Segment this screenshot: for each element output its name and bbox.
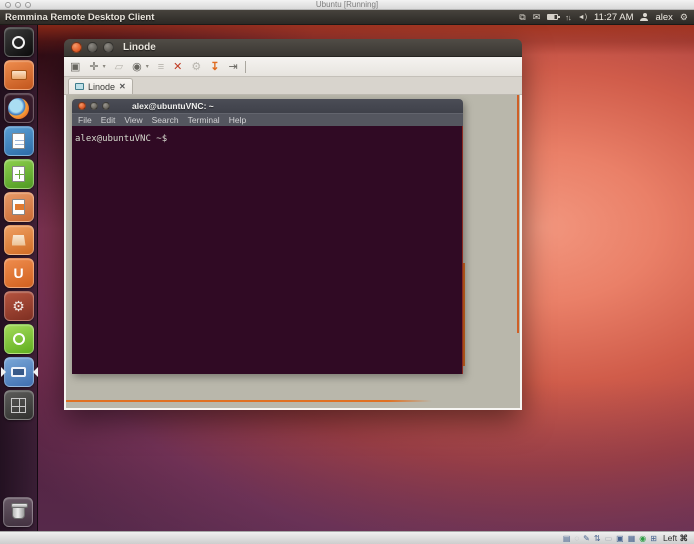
tools-icon[interactable]: ✕	[173, 58, 182, 76]
vnc-maximize-button[interactable]	[102, 102, 110, 110]
fit-window-icon[interactable]: ✛	[89, 58, 98, 76]
menu-help[interactable]: Help	[229, 115, 246, 125]
firefox-icon[interactable]	[4, 93, 34, 123]
settings-gear-icon: ⚙	[191, 58, 201, 76]
displays-icon[interactable]: ⧉	[519, 10, 525, 25]
tab-label: Linode	[88, 82, 115, 92]
software-updater-icon[interactable]	[4, 324, 34, 354]
menu-view[interactable]: View	[124, 115, 142, 125]
session-gear-icon[interactable]: ⚙	[680, 10, 688, 25]
video-capture-icon[interactable]: ▦	[628, 533, 636, 544]
menu-search[interactable]: Search	[152, 115, 179, 125]
remote-desktop-edge	[463, 263, 465, 366]
command-key-icon: ⌘	[680, 533, 689, 543]
menu-edit[interactable]: Edit	[101, 115, 116, 125]
ubuntu-logo-icon	[12, 36, 25, 49]
fullscreen-icon[interactable]: ▣	[70, 58, 80, 76]
impress-page-glyph	[12, 199, 25, 215]
remmina-launcher-icon[interactable]	[4, 357, 34, 387]
dropdown-caret-icon[interactable]: ▾	[103, 63, 106, 70]
menu-terminal[interactable]: Terminal	[188, 115, 220, 125]
desktop: U ⚙ Linode ▣ ✛ ▾ ▱ ◉	[0, 25, 694, 531]
vnc-titlebar[interactable]: alex@ubuntuVNC: ~	[72, 99, 463, 113]
remmina-tabbar: Linode ✕	[64, 77, 522, 95]
folder-glyph	[11, 70, 27, 80]
remmina-monitor-glyph	[11, 367, 26, 377]
terminal-prompt: alex@ubuntuVNC ~$	[75, 134, 167, 144]
trash-icon[interactable]	[3, 497, 33, 527]
trash-can-glyph	[12, 505, 25, 519]
indicator-tray: ⧉ ✉ ↑↓ ◄) 11:27 AM alex ⚙	[519, 10, 694, 25]
system-settings-icon[interactable]: ⚙	[4, 291, 34, 321]
mail-icon[interactable]: ✉	[533, 10, 541, 25]
grab-keyboard-icon: ≡	[158, 58, 164, 76]
battery-icon[interactable]	[547, 14, 558, 20]
virtualbox-host-window: Ubuntu [Running] Remmina Remote Desktop …	[0, 0, 694, 544]
remmina-window-title: Linode	[123, 42, 156, 53]
remmina-maximize-button[interactable]	[103, 42, 114, 53]
remote-desktop-edge	[66, 400, 432, 402]
remmina-close-button[interactable]	[71, 42, 82, 53]
vnc-window-title: alex@ubuntuVNC: ~	[132, 101, 214, 111]
features-icon[interactable]: ◉	[639, 533, 646, 544]
scaled-mode-icon[interactable]: ◉	[132, 58, 142, 76]
virtualbox-statusbar: ▤ ◌ ✎ ⇅ ▭ ▣ ▦ ◉ ⊞ Left ⌘	[0, 531, 694, 544]
libreoffice-impress-icon[interactable]	[4, 192, 34, 222]
minimize-to-tray-icon[interactable]: ↧	[210, 58, 219, 76]
menu-file[interactable]: File	[78, 115, 92, 125]
vnc-close-button[interactable]	[78, 102, 86, 110]
host-key-label: Left ⌘	[663, 533, 688, 544]
firefox-globe-glyph	[8, 98, 29, 119]
remmina-titlebar[interactable]: Linode	[64, 39, 522, 57]
calc-page-glyph	[12, 166, 25, 182]
remote-desktop-viewport[interactable]: alex@ubuntuVNC: ~ File Edit View Search …	[64, 95, 522, 410]
vnc-terminal-window: alex@ubuntuVNC: ~ File Edit View Search …	[72, 99, 463, 374]
running-indicator-arrow	[1, 367, 6, 377]
libreoffice-writer-icon[interactable]	[4, 126, 34, 156]
ubuntu-one-icon[interactable]: U	[4, 258, 34, 288]
tab-monitor-icon	[75, 83, 84, 90]
disconnect-icon[interactable]: ⇥	[228, 58, 237, 76]
unity-launcher: U ⚙	[0, 25, 38, 531]
username-label[interactable]: alex	[655, 12, 672, 23]
writer-page-glyph	[12, 133, 25, 149]
vnc-minimize-button[interactable]	[90, 102, 98, 110]
active-app-title[interactable]: Remmina Remote Desktop Client	[0, 12, 154, 23]
updater-ring-glyph	[13, 333, 25, 345]
toolbar-separator	[245, 61, 246, 73]
workspace-switcher-icon[interactable]	[4, 390, 34, 420]
dropdown-caret-icon[interactable]: ▾	[146, 63, 149, 70]
display-icon[interactable]: ▣	[616, 533, 624, 544]
usb-icon[interactable]: ✎	[583, 533, 590, 544]
network-sync-icon[interactable]: ↑↓	[565, 10, 571, 25]
dash-icon[interactable]	[4, 27, 34, 57]
home-folder-icon[interactable]	[4, 60, 34, 90]
remmina-minimize-button[interactable]	[87, 42, 98, 53]
mouse-integration-icon[interactable]: ⊞	[650, 533, 657, 544]
remote-desktop-edge	[517, 95, 519, 333]
tab-linode[interactable]: Linode ✕	[68, 78, 133, 94]
host-key-text: Left	[663, 533, 677, 543]
host-titlebar: Ubuntu [Running]	[0, 0, 694, 10]
duplicate-icon: ▱	[115, 58, 123, 76]
volume-icon[interactable]: ◄)	[578, 10, 587, 25]
bag-glyph	[12, 235, 26, 246]
ubuntu-top-panel: Remmina Remote Desktop Client ⧉ ✉ ↑↓ ◄) …	[0, 10, 694, 25]
remmina-window: Linode ▣ ✛ ▾ ▱ ◉ ▾ ≡ ✕ ⚙ ↧ ⇥ Linode	[64, 39, 522, 410]
user-icon[interactable]	[640, 13, 648, 21]
libreoffice-calc-icon[interactable]	[4, 159, 34, 189]
shared-folders-icon[interactable]: ▭	[605, 533, 613, 544]
network-icon[interactable]: ⇅	[594, 533, 601, 544]
host-window-title: Ubuntu [Running]	[0, 0, 694, 10]
tab-close-icon[interactable]: ✕	[119, 82, 126, 91]
hard-disk-icon[interactable]: ▤	[563, 533, 571, 544]
terminal-content[interactable]: alex@ubuntuVNC ~$	[72, 126, 463, 374]
terminal-menubar: File Edit View Search Terminal Help	[72, 113, 463, 126]
focused-indicator-arrow	[33, 367, 38, 377]
remmina-toolbar: ▣ ✛ ▾ ▱ ◉ ▾ ≡ ✕ ⚙ ↧ ⇥	[64, 57, 522, 77]
workspace-grid-glyph	[11, 398, 26, 413]
optical-drive-icon[interactable]: ◌	[574, 533, 579, 544]
software-center-icon[interactable]	[4, 225, 34, 255]
clock[interactable]: 11:27 AM	[594, 12, 633, 23]
